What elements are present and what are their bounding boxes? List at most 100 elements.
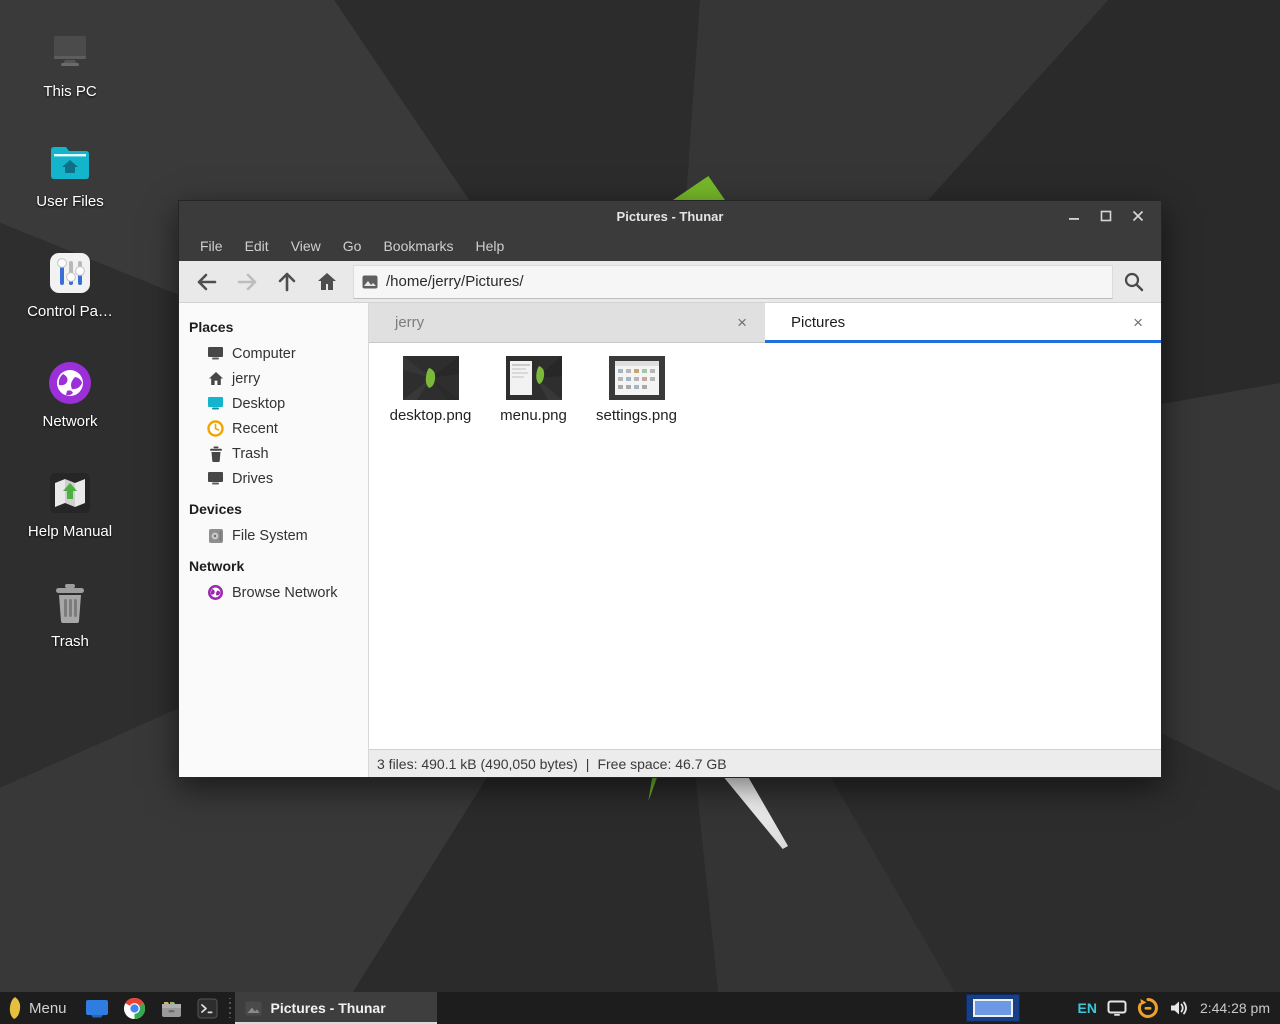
display-icon <box>1107 1000 1127 1017</box>
image-file-icon <box>362 275 378 289</box>
computer-icon <box>207 345 224 362</box>
terminal-icon <box>197 998 218 1019</box>
desktop-icon-label: Help Manual <box>28 523 112 540</box>
desktop-icon-control-panel[interactable]: Control Pa… <box>0 238 140 348</box>
this-pc-icon <box>47 30 93 76</box>
wallpaper-green-triangle <box>673 176 725 200</box>
sidebar-item-file-system[interactable]: File System <box>189 523 368 548</box>
drives-icon <box>207 470 224 487</box>
menu-view[interactable]: View <box>280 233 332 259</box>
recent-clock-icon <box>207 420 224 437</box>
archive-launcher[interactable] <box>153 992 190 1024</box>
chrome-icon <box>123 997 146 1020</box>
display-settings-tray[interactable] <box>1102 992 1132 1024</box>
file-cabinet-icon <box>160 998 183 1019</box>
file-view[interactable]: desktop.png <box>369 343 1161 749</box>
taskbar-separator <box>227 998 233 1018</box>
up-button[interactable] <box>267 265 307 299</box>
close-button[interactable] <box>1129 207 1147 225</box>
network-globe-icon <box>47 360 93 406</box>
desktop-icon-label: User Files <box>36 193 104 210</box>
toolbar: /home/jerry/Pictures/ <box>179 261 1161 303</box>
maximize-button[interactable] <box>1097 207 1115 225</box>
menu-edit[interactable]: Edit <box>234 233 280 259</box>
clock[interactable]: 2:44:28 pm <box>1194 1000 1280 1016</box>
task-button-thunar[interactable]: Pictures - Thunar <box>235 992 437 1024</box>
volume-tray[interactable] <box>1164 992 1194 1024</box>
sidebar-item-browse-network[interactable]: Browse Network <box>189 580 368 605</box>
desktop-icon-user-files[interactable]: User Files <box>0 128 140 238</box>
menubar: File Edit View Go Bookmarks Help <box>179 231 1161 261</box>
trash-can-icon <box>47 580 93 626</box>
sidebar-heading-places: Places <box>189 319 368 335</box>
forward-icon <box>236 273 258 291</box>
sidebar: Places Computer jerry Desktop <box>179 303 369 777</box>
status-separator: | <box>586 756 590 772</box>
window-title: Pictures - Thunar <box>179 209 1161 224</box>
tab-close-icon[interactable]: × <box>1129 312 1147 333</box>
sidebar-item-recent[interactable]: Recent <box>189 416 368 441</box>
task-button-label: Pictures - Thunar <box>271 1000 386 1016</box>
blue-folder-icon <box>85 998 109 1018</box>
sidebar-heading-devices: Devices <box>189 501 368 517</box>
desktop-icon-this-pc[interactable]: This PC <box>0 18 140 128</box>
user-files-folder-icon <box>47 140 93 186</box>
sidebar-item-trash[interactable]: Trash <box>189 441 368 466</box>
sidebar-item-desktop[interactable]: Desktop <box>189 391 368 416</box>
desktop-icon-column: This PC User Files Contr <box>0 18 140 678</box>
file-thumbnail <box>608 355 666 401</box>
titlebar[interactable]: Pictures - Thunar <box>179 201 1161 231</box>
thunar-window: Pictures - Thunar File Edit View Go Book… <box>178 200 1162 778</box>
menu-bookmarks[interactable]: Bookmarks <box>372 233 464 259</box>
terminal-launcher[interactable] <box>190 992 225 1024</box>
updates-tray[interactable] <box>1132 992 1164 1024</box>
menu-file[interactable]: File <box>189 233 234 259</box>
control-panel-sliders-icon <box>47 250 93 296</box>
back-button[interactable] <box>187 265 227 299</box>
minimize-icon <box>1068 210 1080 222</box>
sidebar-item-jerry-home[interactable]: jerry <box>189 366 368 391</box>
file-thumbnail <box>505 355 563 401</box>
sidebar-item-computer[interactable]: Computer <box>189 341 368 366</box>
update-refresh-icon <box>1137 997 1159 1019</box>
sidebar-heading-network: Network <box>189 558 368 574</box>
keyboard-layout-indicator[interactable]: EN <box>1072 992 1101 1024</box>
file-desktop-png[interactable]: desktop.png <box>379 355 482 424</box>
wallpaper-white-shard <box>722 775 788 849</box>
desktop-monitor-icon <box>207 395 224 412</box>
menu-go[interactable]: Go <box>332 233 373 259</box>
search-button[interactable] <box>1113 265 1155 299</box>
taskbar: Menu <box>0 992 1280 1024</box>
desktop-icon-label: Trash <box>51 633 89 650</box>
minimize-button[interactable] <box>1065 207 1083 225</box>
forward-button[interactable] <box>227 265 267 299</box>
tab-jerry[interactable]: jerry × <box>369 303 765 342</box>
tab-close-icon[interactable]: × <box>733 312 751 333</box>
file-manager-launcher[interactable] <box>78 992 116 1024</box>
menu-help[interactable]: Help <box>465 233 516 259</box>
status-free-space: Free space: 46.7 GB <box>597 756 726 772</box>
file-thumbnail <box>402 355 460 401</box>
workspace-1[interactable] <box>973 999 1013 1017</box>
chrome-launcher[interactable] <box>116 992 153 1024</box>
file-menu-png[interactable]: menu.png <box>482 355 585 424</box>
browse-network-globe-icon <box>207 584 224 601</box>
path-bar[interactable]: /home/jerry/Pictures/ <box>353 265 1113 299</box>
tab-strip: jerry × Pictures × <box>369 303 1161 343</box>
desktop-icon-label: Control Pa… <box>27 303 113 320</box>
file-settings-png[interactable]: settings.png <box>585 355 688 424</box>
tab-pictures[interactable]: Pictures × <box>765 303 1161 342</box>
desktop-icon-label: This PC <box>43 83 96 100</box>
close-icon <box>1132 210 1144 222</box>
maximize-icon <box>1100 210 1112 222</box>
workspace-switcher[interactable] <box>966 994 1020 1022</box>
home-button[interactable] <box>307 265 347 299</box>
desktop-icon-network[interactable]: Network <box>0 348 140 458</box>
up-icon <box>278 272 296 292</box>
sidebar-item-drives[interactable]: Drives <box>189 466 368 491</box>
volume-icon <box>1169 999 1189 1017</box>
trash-small-icon <box>207 445 224 462</box>
app-menu-button[interactable]: Menu <box>0 992 78 1024</box>
desktop-icon-trash[interactable]: Trash <box>0 568 140 678</box>
desktop-icon-help-manual[interactable]: Help Manual <box>0 458 140 568</box>
